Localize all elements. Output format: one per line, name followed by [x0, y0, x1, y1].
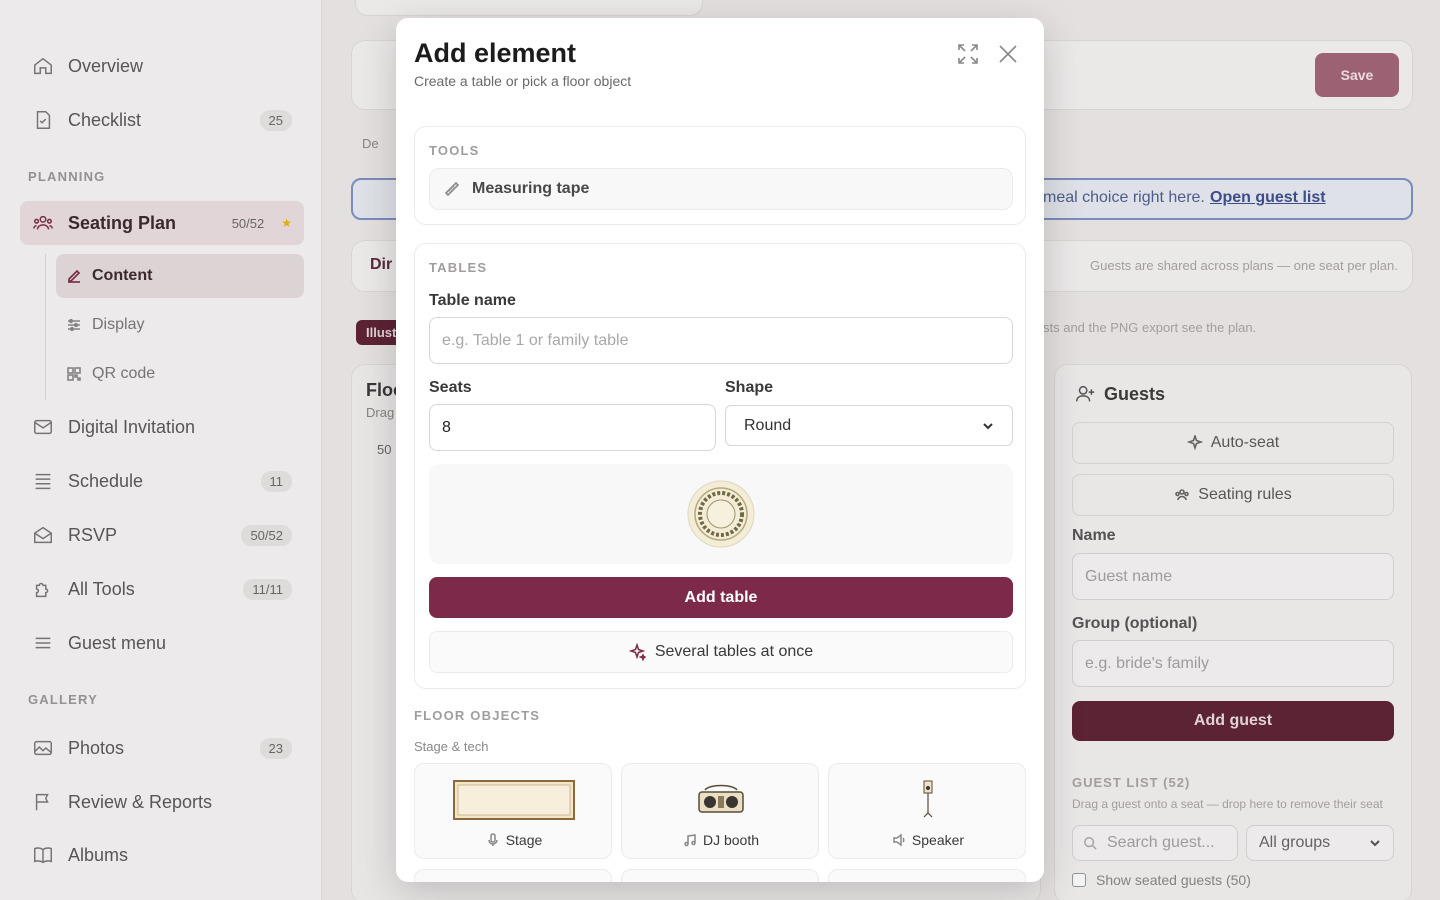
stage-image [415, 778, 613, 822]
sparkle-icon [628, 643, 646, 661]
seats-input[interactable]: 8 [429, 404, 716, 451]
tools-group: TOOLS Measuring tape [414, 126, 1026, 225]
dialog-subtitle: Create a table or pick a floor object [414, 73, 632, 89]
tables-group: TABLES Table name e.g. Table 1 or family… [414, 243, 1026, 689]
table-name-input[interactable]: e.g. Table 1 or family table [429, 317, 1013, 364]
object-stage[interactable]: Stage [414, 763, 612, 859]
object-card-next-row[interactable] [828, 869, 1026, 882]
table-preview [429, 464, 1013, 564]
speaker-icon [893, 833, 905, 847]
shape-label: Shape [725, 379, 774, 396]
microphone-icon [487, 833, 498, 846]
close-icon[interactable] [996, 42, 1020, 66]
several-tables-button[interactable]: Several tables at once [429, 631, 1013, 673]
ruler-icon [444, 181, 460, 197]
floor-objects-label: FLOOR OBJECTS [414, 708, 541, 723]
measuring-tape-tool[interactable]: Measuring tape [429, 168, 1013, 210]
object-speaker[interactable]: Speaker [828, 763, 1026, 859]
expand-icon[interactable] [956, 42, 980, 66]
table-name-label: Table name [429, 292, 516, 309]
stage-tech-label: Stage & tech [414, 739, 489, 754]
dialog-title: Add element [414, 38, 577, 68]
dj-booth-image [622, 778, 820, 822]
object-card-next-row[interactable] [621, 869, 819, 882]
round-table-icon [687, 480, 755, 548]
shape-select[interactable]: Round [725, 405, 1013, 446]
object-card-next-row[interactable] [414, 869, 612, 882]
chevron-down-icon [983, 422, 993, 429]
music-note-icon [684, 834, 696, 847]
seats-label: Seats [429, 379, 472, 396]
object-dj-booth[interactable]: DJ booth [621, 763, 819, 859]
tools-label: TOOLS [429, 143, 480, 158]
add-table-button[interactable]: Add table [429, 577, 1013, 618]
add-element-dialog: Add element Create a table or pick a flo… [396, 18, 1044, 882]
speaker-image [829, 778, 1027, 822]
tables-label: TABLES [429, 260, 488, 275]
